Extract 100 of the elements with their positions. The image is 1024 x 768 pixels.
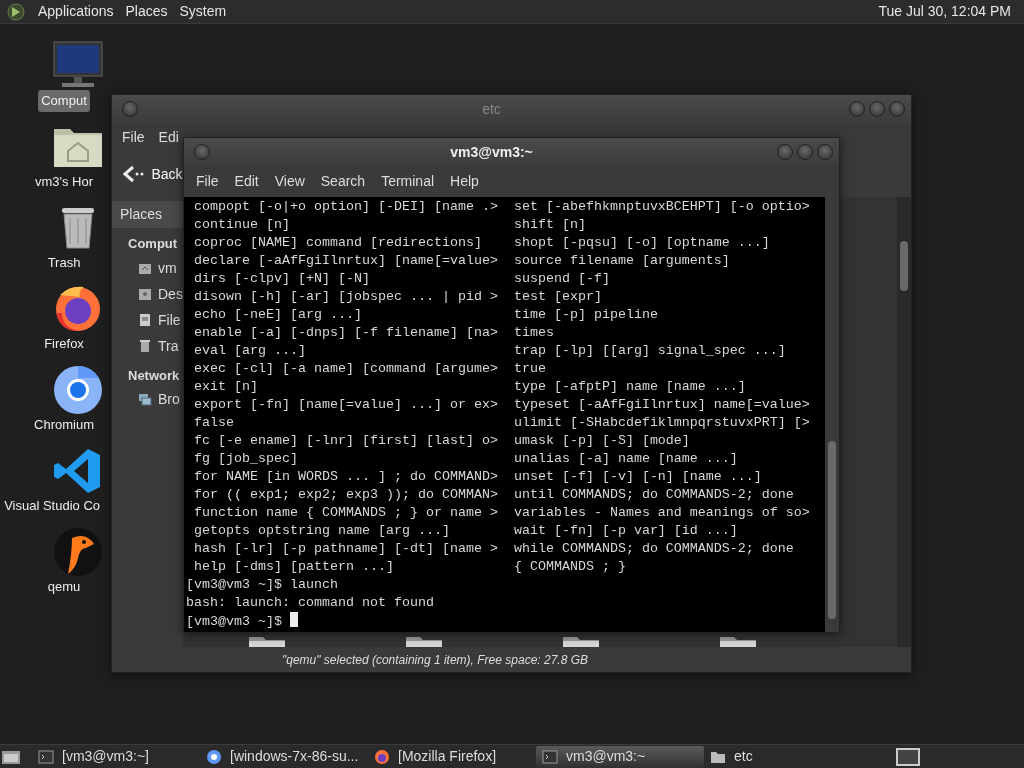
- terminal-text: for (( exp1; exp2; exp3 )); do COMMAN>: [194, 486, 499, 504]
- terminal-text: continue [n]: [194, 216, 291, 234]
- folder-icon[interactable]: [720, 635, 756, 647]
- menu-item[interactable]: Edit: [226, 169, 267, 194]
- taskbar-button[interactable]: [Mozilla Firefox]: [368, 745, 536, 768]
- home-icon: [138, 261, 152, 275]
- terminal-text: suspend [-f]: [513, 270, 611, 288]
- clock[interactable]: Tue Jul 30, 12:04 PM: [878, 1, 1011, 22]
- terminal-text: true: [513, 360, 547, 378]
- menu-item[interactable]: Edi: [158, 124, 179, 150]
- terminal-text: test [expr]: [513, 288, 603, 306]
- terminal-text: coproc [NAME] command [redirections]: [194, 234, 483, 252]
- terminal-text: unalias [-a] name [name ...]: [513, 450, 739, 468]
- sidebar-item[interactable]: Bro: [112, 387, 183, 413]
- taskbar-button[interactable]: [windows-7x-86-su...: [200, 745, 368, 768]
- window-button[interactable]: [122, 101, 138, 117]
- sidebar-item[interactable]: File: [112, 307, 183, 334]
- terminal-text: declare [-aAfFgiIlnrtux] [name[=value>: [194, 252, 499, 270]
- sidebar-section: Comput: [112, 228, 183, 256]
- back-button[interactable]: Back: [119, 160, 187, 188]
- folder-icon[interactable]: [406, 635, 442, 647]
- icon-label[interactable]: Chromium: [31, 414, 97, 436]
- window-title: etc: [481, 99, 502, 119]
- window-button[interactable]: [777, 144, 793, 160]
- sidebar-header[interactable]: Places: [112, 201, 183, 228]
- menu-item[interactable]: Search: [312, 169, 374, 194]
- taskbar-button[interactable]: vm3@vm3:~: [536, 745, 704, 768]
- terminal-text: disown [-h] [-ar] [jobspec ... | pid >: [194, 288, 499, 306]
- terminal-line: [vm3@vm3 ~]$ launch: [186, 577, 338, 592]
- window-title: vm3@vm3:~: [449, 142, 534, 162]
- terminal-text: wait [-fn] [-p var] [id ...]: [513, 522, 739, 540]
- menu-item[interactable]: System: [179, 1, 227, 22]
- folder-icon[interactable]: [249, 635, 285, 647]
- firefox-icon: [374, 748, 390, 765]
- icon-label[interactable]: Firefox: [41, 333, 87, 355]
- trash-icon: [138, 339, 152, 353]
- taskbar-button[interactable]: etc: [704, 745, 872, 768]
- icon-label[interactable]: qemu: [44, 576, 84, 598]
- terminal-text: enable [-a] [-dnps] [-f filename] [na>: [194, 324, 499, 342]
- menu-item[interactable]: View: [266, 169, 313, 194]
- terminal-text: shift [n]: [513, 216, 587, 234]
- network-icon: [138, 392, 152, 407]
- terminal-text: time [-p] pipeline: [513, 306, 659, 324]
- window-button[interactable]: [869, 101, 885, 117]
- icon-label[interactable]: vm3's Hor: [31, 171, 97, 193]
- terminal-text: echo [-neE] [arg ...]: [194, 306, 363, 324]
- scrollbar[interactable]: [897, 197, 911, 647]
- terminal-text: trap [-lp] [[arg] signal_spec ...]: [513, 342, 787, 360]
- terminal-text: type [-afptP] name [name ...]: [513, 378, 747, 396]
- terminal-icon: [542, 748, 558, 765]
- icon-label[interactable]: Trash: [44, 252, 84, 274]
- window-button[interactable]: [194, 144, 210, 160]
- scrollbar[interactable]: [825, 197, 839, 632]
- terminal-icon: [38, 748, 54, 765]
- sidebar-item[interactable]: Tra: [112, 333, 183, 360]
- drive-icon: [138, 313, 152, 327]
- workspace-switcher[interactable]: [896, 747, 920, 766]
- menu-item[interactable]: Places: [125, 1, 168, 22]
- status-text: "qemu" selected (containing 1 item), Free space: 27.8 GB: [282, 651, 588, 669]
- back-arrow-icon: [122, 165, 145, 183]
- terminal-text: typeset [-aAfFgiIlnrtux] name[=value>: [513, 396, 811, 414]
- menu-item[interactable]: Help: [442, 169, 487, 194]
- logo-icon[interactable]: [6, 1, 26, 22]
- window-button[interactable]: [797, 144, 813, 160]
- desktop-icon: [138, 287, 152, 301]
- icon-label[interactable]: Comput: [38, 90, 90, 112]
- terminal-text: exit [n]: [194, 378, 259, 396]
- terminal-text: eval [arg ...]: [194, 342, 307, 360]
- menu-item[interactable]: File: [188, 169, 227, 194]
- terminal-text: dirs [-clpv] [+N] [-N]: [194, 270, 371, 288]
- terminal-text: help [-dms] [pattern ...]: [194, 558, 395, 576]
- computer-icon[interactable]: [50, 40, 106, 90]
- sidebar-section: Network: [112, 359, 183, 387]
- terminal-text: fg [job_spec]: [194, 450, 299, 468]
- terminal-text: source filename [arguments]: [513, 252, 731, 270]
- terminal-text: fc [-e ename] [-lnr] [first] [last] o>: [194, 432, 499, 450]
- terminal-text: set [-abefhkmnptuvxBCEHPT] [-o optio>: [513, 198, 811, 216]
- window-button[interactable]: [817, 144, 833, 160]
- chromium-icon: [206, 748, 222, 765]
- terminal-text: until COMMANDS; do COMMANDS-2; done: [513, 486, 795, 504]
- sidebar-item[interactable]: Des: [112, 281, 183, 308]
- folder-icon[interactable]: [563, 635, 599, 647]
- menu-item[interactable]: File: [122, 124, 145, 150]
- window-button[interactable]: [849, 101, 865, 117]
- terminal-text: getopts optstring name [arg ...]: [194, 522, 451, 540]
- menu-item[interactable]: Terminal: [373, 169, 443, 194]
- terminal-text: export [-fn] [name[=value] ...] or ex>: [194, 396, 499, 414]
- icon-label[interactable]: Visual Studio Co: [1, 495, 103, 517]
- terminal-line: [vm3@vm3 ~]$: [186, 614, 282, 629]
- menu-item[interactable]: Applications: [38, 1, 114, 22]
- terminal-text: ulimit [-SHabcdefiklmnpqrstuvxPRT] [>: [513, 414, 811, 432]
- window-button[interactable]: [889, 101, 905, 117]
- taskbar-button[interactable]: [vm3@vm3:~]: [32, 745, 200, 768]
- terminal-text: times: [513, 324, 555, 342]
- terminal-text: shopt [-pqsu] [-o] [optname ...]: [513, 234, 771, 252]
- terminal-text: { COMMANDS ; }: [513, 558, 627, 576]
- terminal-text: exec [-cl] [-a name] [command [argume>: [194, 360, 499, 378]
- terminal-text: while COMMANDS; do COMMANDS-2; done: [513, 540, 795, 558]
- terminal-text: function name { COMMANDS ; } or name >: [194, 504, 499, 522]
- sidebar-item[interactable]: vm: [112, 255, 183, 282]
